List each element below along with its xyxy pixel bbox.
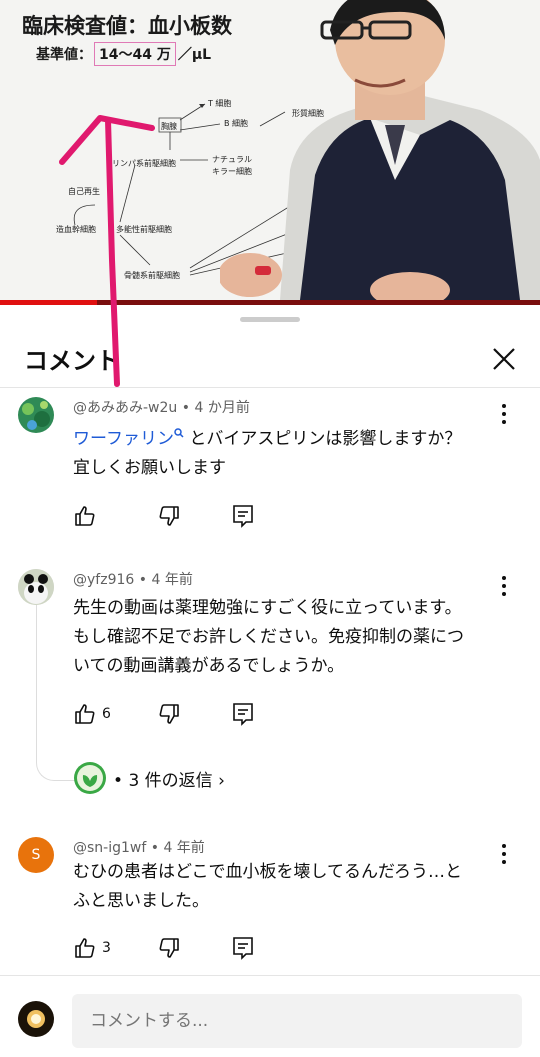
comment-text-line: いての動画講義があるでしょうか。 — [73, 656, 345, 676]
thumbs-down-icon — [159, 506, 179, 526]
replies-label[interactable]: • 3 件の返信 › — [113, 766, 225, 791]
reply-icon — [233, 703, 253, 726]
header-divider — [0, 387, 540, 388]
like-count: 3 — [102, 940, 111, 956]
comment-composer — [0, 975, 540, 1057]
comment-text-line: ふと思いました。 — [73, 891, 209, 911]
reply-button[interactable] — [232, 702, 254, 726]
reply-button[interactable] — [232, 936, 254, 960]
comment-author[interactable]: @sn-ig1wf — [73, 840, 146, 856]
reply-icon — [233, 505, 253, 528]
more-options-icon[interactable] — [494, 573, 514, 599]
diagram-label: 多能性前駆細胞 — [116, 225, 172, 234]
diagram-label: リンパ系前駆細胞 — [112, 159, 176, 168]
like-button[interactable] — [73, 936, 97, 960]
search-icon — [174, 428, 184, 438]
thumbs-up-icon — [75, 704, 95, 724]
reply-button[interactable] — [232, 504, 254, 528]
avatar[interactable]: S — [18, 837, 54, 873]
comment-meta: @あみあみ-w2u • 4 か月前 — [73, 400, 250, 416]
replier-avatar — [74, 762, 106, 794]
drag-handle[interactable] — [240, 317, 300, 322]
comment-meta: @yfz916 • 4 年前 — [73, 572, 193, 588]
thumbs-up-icon — [75, 938, 95, 958]
comment-text-line: 宜しくお願いします — [73, 458, 226, 478]
comment-author[interactable]: @yfz916 — [73, 572, 134, 588]
video-player[interactable]: 臨床検査値：血小板数 基準値： 14～44 万／μL T 細胞 B 細胞 胸腺 形… — [0, 0, 540, 305]
user-avatar[interactable] — [18, 1001, 54, 1037]
dislike-button[interactable] — [157, 504, 181, 528]
close-icon[interactable] — [490, 345, 518, 373]
like-count: 6 — [102, 706, 111, 722]
comment-text-line: むひの患者はどこで血小板を壊してるんだろう…と — [73, 862, 462, 882]
more-options-icon[interactable] — [494, 401, 514, 427]
like-button[interactable] — [73, 702, 97, 726]
more-options-icon[interactable] — [494, 841, 514, 867]
comment-age: 4 か月前 — [194, 400, 250, 416]
search-link[interactable]: ワーファリン — [73, 428, 184, 449]
comment-text-line: とバイアスピリンは影響しますか？ — [189, 429, 462, 449]
dislike-button[interactable] — [157, 702, 181, 726]
presenter-image — [220, 0, 540, 300]
diagram-label: 骨髄系前駆細胞 — [124, 271, 180, 280]
like-button[interactable] — [73, 504, 97, 528]
comment-input[interactable] — [72, 994, 522, 1048]
diagram-label: 造血幹細胞 — [56, 225, 96, 234]
comment-text: ワーファリン とバイアスピリンは影響しますか？ 宜しくお願いします — [73, 425, 493, 483]
comment-text-line: もし確認不足でお許しください。免疫抑制の薬につ — [73, 627, 464, 647]
reply-thread-line — [36, 600, 77, 781]
diagram-label: 胸腺 — [161, 122, 177, 131]
comment-age: 4 年前 — [163, 840, 205, 856]
avatar[interactable] — [18, 397, 54, 433]
comment-meta: @sn-ig1wf • 4 年前 — [73, 840, 205, 856]
dislike-button[interactable] — [157, 936, 181, 960]
diagram-label: 自己再生 — [68, 187, 100, 196]
comment-text-line: 先生の動画は薬理勉強にすごく役に立っています。 — [73, 598, 462, 618]
thumbs-up-icon — [75, 506, 95, 526]
comments-sheet: コメント @あみあみ-w2u • 4 か月前 ワーファリン とバイアスピリンは影… — [0, 305, 540, 1057]
comment-age: 4 年前 — [151, 572, 193, 588]
reply-icon — [233, 937, 253, 960]
comment-text: 先生の動画は薬理勉強にすごく役に立っています。 もし確認不足でお許しください。免… — [73, 594, 493, 681]
comment-text: むひの患者はどこで血小板を壊してるんだろう…と ふと思いました。 — [73, 858, 493, 916]
thumbs-down-icon — [159, 704, 179, 724]
comment-author[interactable]: @あみあみ-w2u — [73, 400, 177, 416]
thumbs-down-icon — [159, 938, 179, 958]
replies-count-text[interactable]: 3 件の返信 — [128, 771, 212, 791]
search-link-text[interactable]: ワーファリン — [73, 429, 174, 449]
avatar[interactable] — [18, 569, 54, 605]
sheet-title: コメント — [24, 347, 120, 375]
composer-divider — [0, 975, 540, 976]
